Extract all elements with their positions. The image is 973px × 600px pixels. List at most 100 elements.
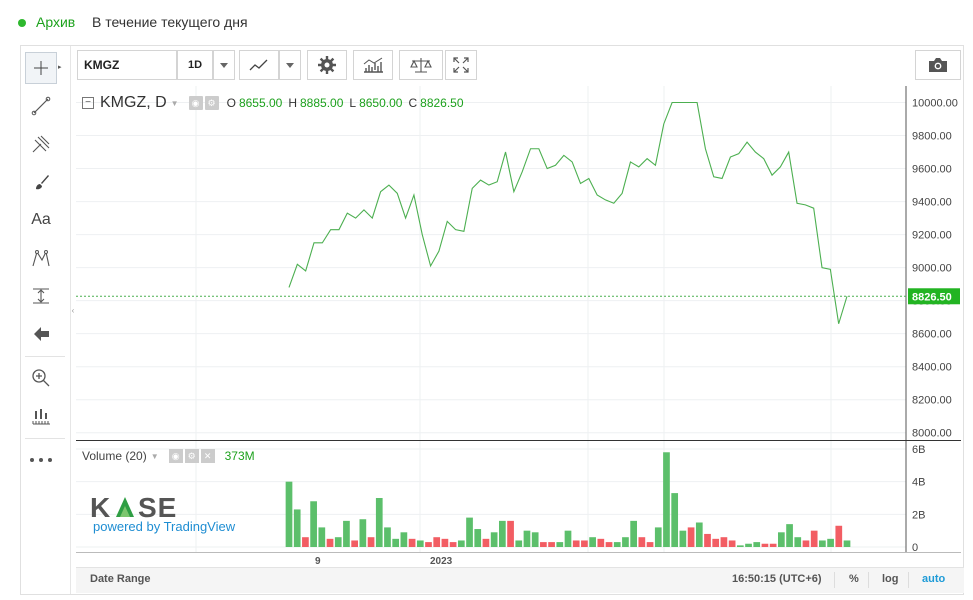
volume-bar [367, 537, 375, 547]
volume-bar [745, 543, 752, 547]
gear-icon[interactable]: ⚙ [204, 96, 219, 110]
crosshair-tool[interactable] [25, 52, 57, 84]
legend-high-label: H [288, 96, 297, 110]
interval-button[interactable]: 1D [177, 50, 213, 80]
volume-bar [392, 538, 400, 547]
eye-icon[interactable]: ◉ [188, 96, 203, 110]
legend-low-label: L [349, 96, 357, 110]
indicators-button[interactable] [353, 50, 393, 80]
period-selector[interactable]: В течение текущего дня [92, 14, 248, 30]
bar-replay-tool[interactable] [25, 400, 57, 432]
crosshair-icon [34, 61, 48, 75]
volume-bar [466, 517, 473, 547]
volume-bar [531, 532, 539, 547]
last-price-label: 8826.50 [912, 291, 952, 303]
line-chart-icon [249, 59, 268, 71]
divider [834, 572, 835, 588]
volume-bar [302, 537, 309, 547]
volume-bar [310, 501, 317, 547]
volume-bar [564, 530, 572, 547]
legend-high-value: 8885.00 [300, 96, 344, 110]
volume-bar [318, 527, 326, 547]
svg-text:K: K [90, 492, 111, 521]
toolbar-divider [25, 356, 65, 357]
date-range-button[interactable]: Date Range [90, 573, 151, 585]
clock-timezone[interactable]: 16:50:15 (UTC+6) [732, 573, 822, 585]
volume-bar [819, 540, 826, 547]
divider [908, 572, 909, 588]
drawing-toolbar: ▸ Aa [21, 46, 71, 594]
volume-axis-label: 4B [912, 477, 925, 489]
measure-tool[interactable] [25, 280, 57, 312]
volume-bar [728, 540, 736, 547]
chevron-down-icon[interactable]: ▼ [171, 99, 179, 108]
price-pane[interactable]: 10000.00 9800.00 9600.00 9400.00 9200.00 9000… [76, 86, 961, 441]
settings-button[interactable] [307, 50, 347, 80]
fullscreen-button[interactable] [445, 50, 477, 80]
pattern-tool[interactable] [25, 242, 57, 274]
volume-bar [827, 538, 834, 547]
price-axis-label: 9800.00 [912, 131, 952, 143]
zoom-in-icon [32, 369, 50, 387]
volume-bar [786, 524, 793, 547]
volume-pane[interactable]: 6B 4B 2B 0 Volume (20) ▼ ◉ ⚙ ✕ 373M K SE po… [76, 441, 961, 554]
logo-tagline: powered by TradingView [93, 519, 236, 534]
measure-icon [33, 288, 49, 304]
snapshot-button[interactable] [915, 50, 961, 80]
volume-bar [490, 532, 498, 547]
volume-bar [482, 538, 490, 547]
volume-bar [581, 540, 588, 547]
text-tool[interactable]: Aa [25, 204, 57, 236]
volume-bar [622, 537, 629, 547]
chart-type-button[interactable] [239, 50, 279, 80]
brush-tool[interactable] [25, 166, 57, 198]
symbol-input[interactable]: KMGZ [77, 50, 177, 80]
legend-close-label: C [408, 96, 418, 110]
trend-line-tool[interactable] [25, 90, 57, 122]
archive-link[interactable]: Архив [36, 14, 75, 30]
price-legend: − KMGZ, D ▼ ◉ ⚙ O 8655.00 H 8885.00 L 86… [82, 94, 464, 112]
zoom-tool[interactable] [25, 362, 57, 394]
pitchfork-tool[interactable] [25, 128, 57, 160]
volume-bar [597, 538, 605, 547]
volume-bar [285, 481, 293, 547]
volume-bar [425, 542, 432, 547]
volume-bar [605, 542, 613, 547]
hide-drawings-tool[interactable] [25, 318, 57, 350]
price-axis-label: 10000.00 [912, 98, 958, 110]
volume-legend: Volume (20) ▼ ◉ ⚙ ✕ 373M [82, 449, 255, 463]
percent-scale-button[interactable]: % [849, 573, 859, 585]
collapse-icon[interactable]: − [82, 97, 94, 109]
volume-axis-label: 6B [912, 444, 925, 456]
kase-logo[interactable]: K SE powered by TradingView [90, 491, 235, 534]
price-axis-label: 8000.00 [912, 428, 952, 440]
chevron-down-icon[interactable]: ▼ [151, 452, 159, 461]
volume-bar [499, 520, 506, 547]
volume-bar [646, 542, 654, 547]
close-icon[interactable]: ✕ [200, 449, 215, 463]
chart-type-dropdown[interactable] [279, 50, 301, 80]
price-axis-label: 9000.00 [912, 263, 952, 275]
legend-symbol[interactable]: KMGZ, D [100, 94, 167, 112]
more-tools-button[interactable] [25, 444, 57, 476]
volume-bar [400, 532, 408, 547]
chevron-down-icon [286, 62, 294, 68]
volume-axis-label: 0 [912, 542, 918, 553]
volume-bar [441, 538, 449, 547]
price-axis-label: 9400.00 [912, 197, 952, 209]
volume-legend-name[interactable]: Volume (20) [82, 449, 147, 463]
volume-bar [778, 532, 785, 547]
auto-scale-button[interactable]: auto [922, 573, 945, 585]
tool-expand-arrow[interactable]: ▸ [58, 63, 62, 71]
volume-axis-label: 2B [912, 509, 925, 521]
chevron-down-icon [220, 62, 228, 68]
log-scale-button[interactable]: log [882, 573, 899, 585]
compare-button[interactable] [399, 50, 443, 80]
volume-bar [687, 527, 695, 547]
interval-dropdown[interactable] [213, 50, 235, 80]
volume-bar [663, 452, 670, 547]
price-axis-label: 8200.00 [912, 395, 952, 407]
volume-bar [630, 520, 637, 547]
eye-icon[interactable]: ◉ [168, 449, 183, 463]
gear-icon[interactable]: ⚙ [184, 449, 199, 463]
